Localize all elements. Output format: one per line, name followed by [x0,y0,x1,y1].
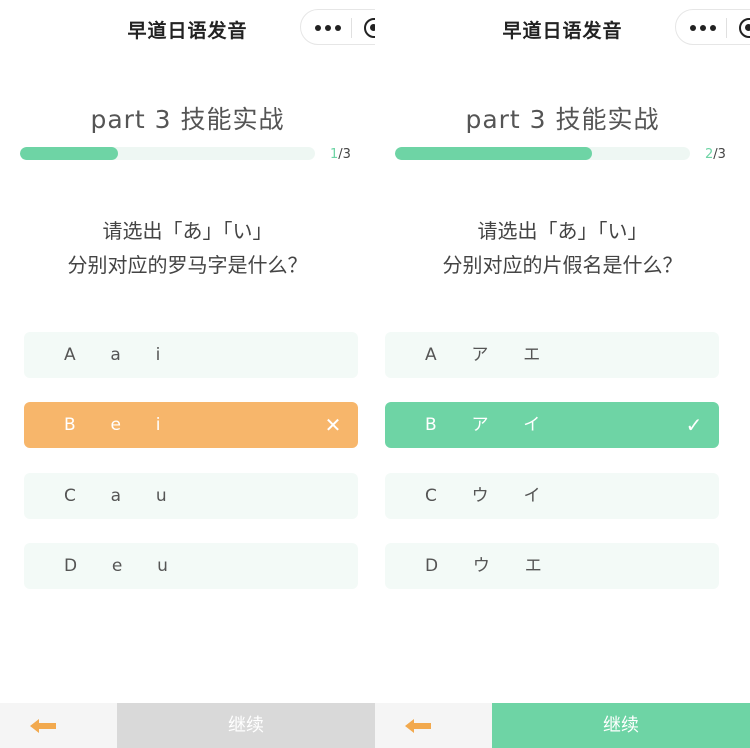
bottom-bar: 继续 [0,703,375,748]
progress-fill [395,147,592,160]
capsule-divider [726,18,727,38]
option-c[interactable]: C a u [24,473,358,519]
question-text: 请选出「あ」「い」 分别对应的罗马字是什么？ [0,214,375,282]
progress-counter: 2/3 [705,147,726,162]
question-line-1: 请选出「あ」「い」 [477,219,648,243]
menu-capsule [675,9,750,45]
option-label: B ア イ [425,415,549,435]
continue-button[interactable]: 继续 [117,703,375,748]
progress-fill [20,147,119,160]
option-label: C ウ イ [425,486,549,506]
close-icon: ✕ [324,413,342,437]
close-miniprogram-icon[interactable] [364,18,375,38]
option-label: C a u [64,486,175,506]
back-button[interactable] [375,703,492,748]
menu-capsule [300,9,375,45]
progress-bar [20,147,315,160]
more-icon[interactable] [690,25,716,31]
more-icon[interactable] [315,25,341,31]
question-text: 请选出「あ」「い」 分别对应的片假名是什么？ [375,214,750,282]
progress-counter: 1/3 [330,147,351,162]
back-arrow-icon [405,719,431,733]
quiz-panel-1: 早道日语发音 part 3 技能实战 1/3 请选出「あ」「い」 分别对应的罗马… [0,0,375,748]
option-label: D ウ エ [425,556,550,576]
option-a[interactable]: A ア エ [385,332,719,378]
continue-button[interactable]: 继续 [492,703,750,748]
option-label: A a i [64,345,169,365]
option-b[interactable]: B ア イ ✓ [385,402,719,448]
nav-header: 早道日语发音 [0,0,375,54]
part-title: part 3 技能实战 [465,105,660,134]
nav-header: 早道日语发音 [375,0,750,54]
option-a[interactable]: A a i [24,332,358,378]
option-label: D e u [64,556,176,576]
option-d[interactable]: D ウ エ [385,543,719,589]
check-icon: ✓ [685,413,703,437]
back-arrow-icon [30,719,56,733]
question-line-2: 分别对应的片假名是什么？ [442,253,683,277]
quiz-panel-2: 早道日语发音 part 3 技能实战 2/3 请选出「あ」「い」 分别对应的片假… [375,0,750,748]
back-button[interactable] [0,703,117,748]
option-c[interactable]: C ウ イ [385,473,719,519]
bottom-bar: 继续 [375,703,750,748]
part-title: part 3 技能实战 [90,105,285,134]
option-label: A ア エ [425,345,549,365]
question-line-2: 分别对应的罗马字是什么？ [67,253,308,277]
option-b[interactable]: B e i ✕ [24,402,358,448]
question-line-1: 请选出「あ」「い」 [102,219,273,243]
progress-bar [395,147,690,160]
capsule-divider [351,18,352,38]
option-label: B e i [64,415,169,435]
close-miniprogram-icon[interactable] [739,18,750,38]
option-d[interactable]: D e u [24,543,358,589]
